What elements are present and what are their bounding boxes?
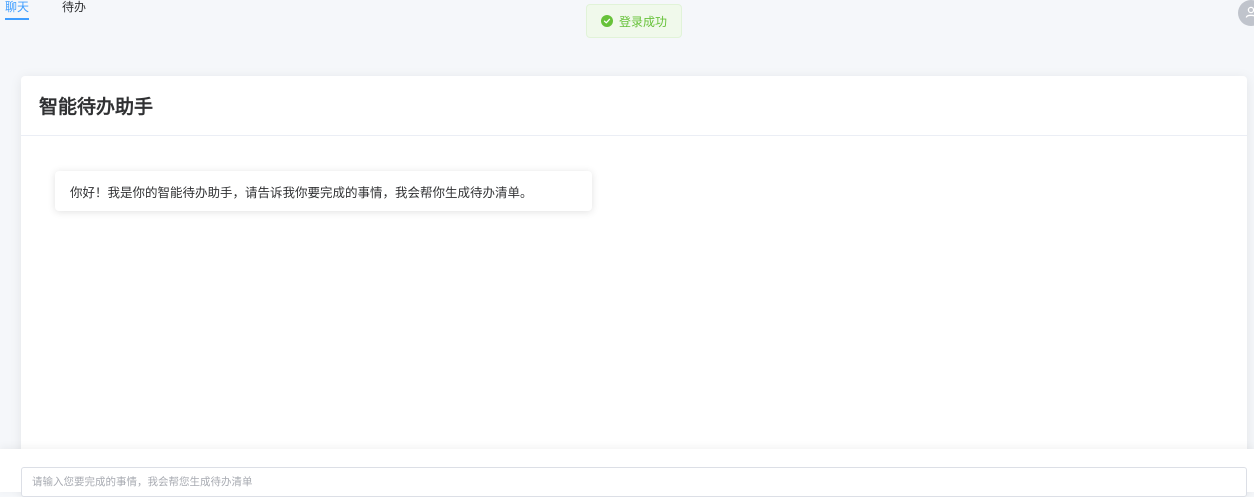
toast-text: 登录成功 [618,14,667,29]
login-success-toast: 登录成功 [586,4,682,38]
composer-bar [0,449,1254,497]
chat-card: 智能待办助手 你好！我是你的智能待办助手，请告诉我你要完成的事情，我会帮你生成待… [21,76,1247,496]
assistant-message-text: 你好！我是你的智能待办助手，请告诉我你要完成的事情，我会帮你生成待办清单。 [70,184,533,200]
tab-todo[interactable]: 待办 [62,0,86,18]
page-title: 智能待办助手 [39,96,154,118]
assistant-message: 你好！我是你的智能待办助手，请告诉我你要完成的事情，我会帮你生成待办清单。 [55,171,592,211]
check-circle-icon [600,15,613,27]
chat-card-header: 智能待办助手 [21,76,1247,136]
todo-input[interactable] [21,467,1247,497]
user-icon [1244,4,1254,23]
tab-chat[interactable]: 聊天 [5,0,29,20]
